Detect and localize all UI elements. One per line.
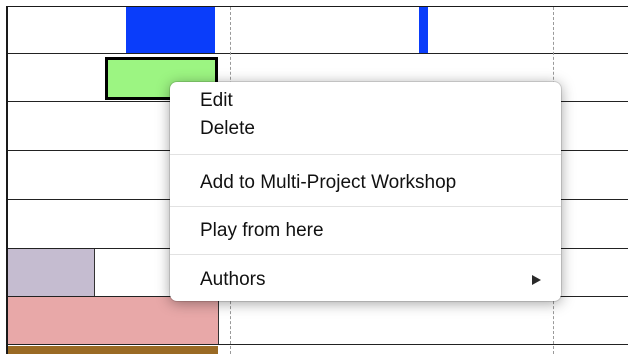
- blue-marker[interactable]: [419, 7, 428, 53]
- lavender-block[interactable]: [8, 249, 95, 296]
- menu-item-label: Add to Multi-Project Workshop: [200, 172, 457, 193]
- menu-item-edit[interactable]: Edit: [170, 88, 561, 114]
- pink-block[interactable]: [8, 297, 219, 344]
- menu-item-label: Authors: [200, 269, 266, 290]
- menu-item-authors[interactable]: Authors: [170, 267, 561, 293]
- menu-item-label: Delete: [200, 118, 255, 139]
- blue-block[interactable]: [126, 7, 215, 53]
- menu-item-play-from-here[interactable]: Play from here: [170, 218, 561, 244]
- menu-item-label: Play from here: [200, 220, 324, 241]
- menu-separator: [170, 154, 561, 155]
- context-menu: Edit Delete Add to Multi-Project Worksho…: [170, 82, 561, 301]
- menu-item-add-to-multi-project-workshop[interactable]: Add to Multi-Project Workshop: [170, 170, 561, 196]
- timeline-lane[interactable]: [8, 7, 628, 54]
- menu-separator: [170, 206, 561, 207]
- menu-item-label: Edit: [200, 90, 233, 111]
- triangle-right-icon: [532, 275, 541, 285]
- menu-separator: [170, 254, 561, 255]
- menu-item-delete[interactable]: Delete: [170, 116, 561, 142]
